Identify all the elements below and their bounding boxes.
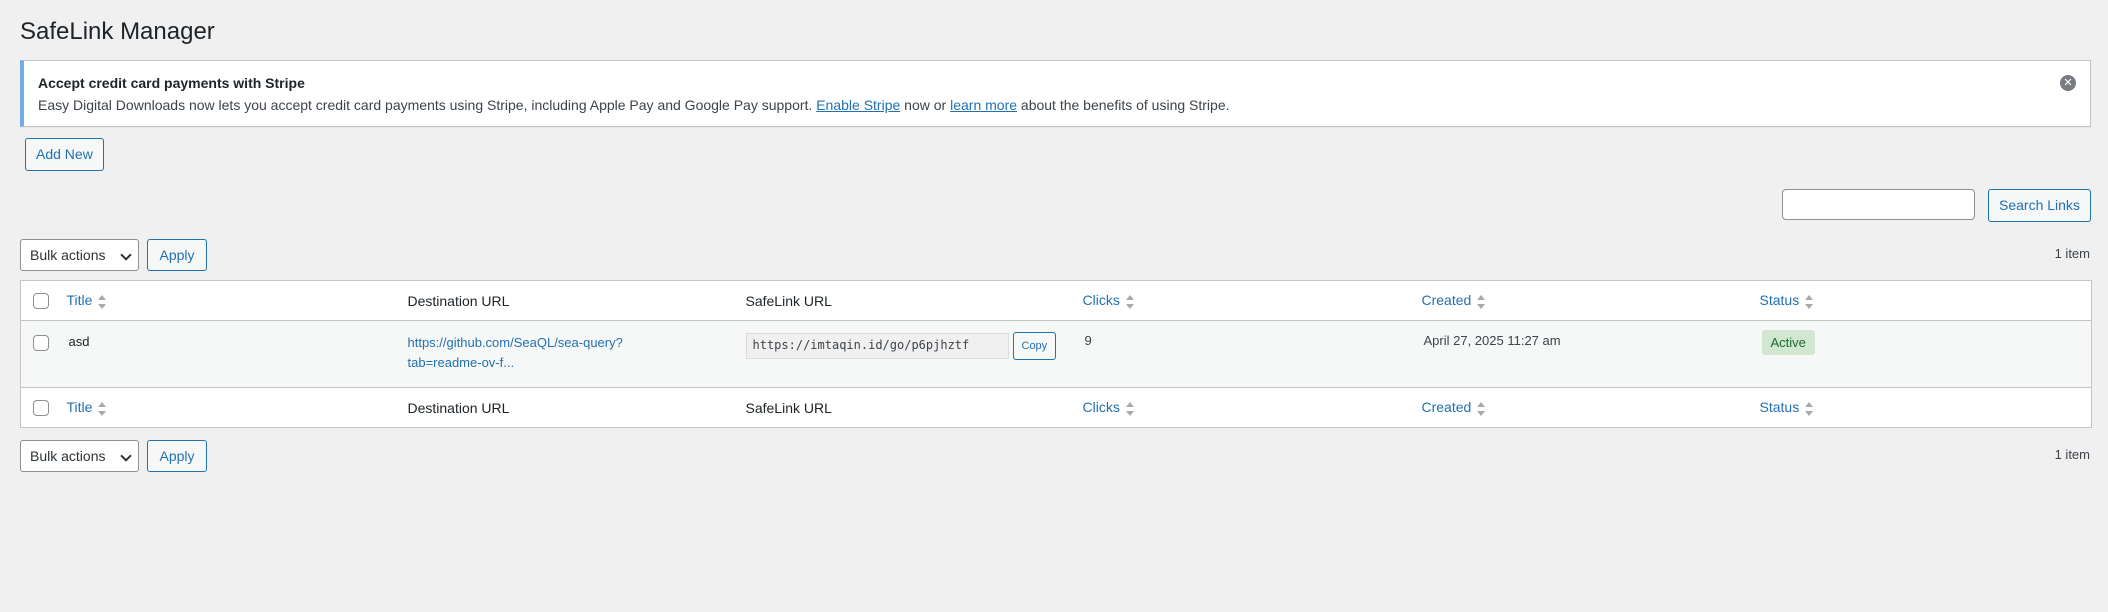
column-clicks-footer[interactable]: Clicks bbox=[1083, 399, 1134, 416]
row-checkbox[interactable] bbox=[33, 334, 49, 351]
item-count-top: 1 item bbox=[2054, 246, 2090, 261]
chevron-down-icon bbox=[120, 450, 132, 462]
safelink-url-field[interactable]: https://imtaqin.id/go/p6pjhztf bbox=[745, 333, 1009, 359]
column-destination-footer: Destination URL bbox=[407, 399, 510, 416]
sort-icon bbox=[98, 401, 107, 416]
bulk-actions-label: Bulk actions bbox=[30, 247, 106, 263]
stripe-notice: Accept credit card payments with Stripe … bbox=[20, 60, 2091, 127]
table-header-row: Title Destination URL SafeLink URL Click… bbox=[20, 280, 2092, 321]
column-clicks-header[interactable]: Clicks bbox=[1083, 292, 1134, 309]
column-status-header[interactable]: Status bbox=[1760, 292, 1814, 309]
column-destination-header: Destination URL bbox=[407, 292, 510, 309]
sort-icon bbox=[1477, 401, 1486, 416]
search-input[interactable] bbox=[1782, 189, 1975, 220]
close-icon[interactable]: ✕ bbox=[2060, 75, 2076, 91]
chevron-down-icon bbox=[120, 249, 132, 261]
links-table: Title Destination URL SafeLink URL Click… bbox=[20, 280, 2092, 428]
sort-icon bbox=[1125, 401, 1134, 416]
bulk-actions-select-top[interactable]: Bulk actions bbox=[20, 239, 139, 271]
bulk-actions-label: Bulk actions bbox=[30, 448, 106, 464]
notice-text-middle: now or bbox=[904, 97, 947, 113]
table-footer-row: Title Destination URL SafeLink URL Click… bbox=[20, 387, 2092, 428]
apply-button-bottom[interactable]: Apply bbox=[147, 440, 207, 472]
search-links-button[interactable]: Search Links bbox=[1988, 189, 2091, 222]
destination-url-link[interactable]: https://github.com/SeaQL/sea-query?tab=r… bbox=[408, 333, 668, 373]
sort-icon bbox=[1125, 294, 1134, 309]
select-all-checkbox-bottom[interactable] bbox=[33, 400, 49, 417]
notice-title: Accept credit card payments with Stripe bbox=[38, 75, 305, 91]
column-title-footer[interactable]: Title bbox=[67, 399, 107, 416]
column-safelink-header: SafeLink URL bbox=[745, 292, 832, 309]
clicks-count: 9 bbox=[1084, 333, 1092, 348]
sort-icon bbox=[1805, 401, 1814, 416]
sort-icon bbox=[98, 294, 107, 309]
enable-stripe-link[interactable]: Enable Stripe bbox=[816, 97, 900, 113]
row-title[interactable]: asd bbox=[67, 334, 90, 349]
column-status-footer[interactable]: Status bbox=[1760, 399, 1814, 416]
select-all-checkbox-top[interactable] bbox=[33, 293, 49, 310]
sort-icon bbox=[1805, 294, 1814, 309]
safelink-manager-page: SafeLink Manager Accept credit card paym… bbox=[0, 0, 2108, 612]
table-row: asd https://github.com/SeaQL/sea-query?t… bbox=[20, 320, 2092, 388]
column-safelink-footer: SafeLink URL bbox=[745, 399, 832, 416]
page-title: SafeLink Manager bbox=[20, 18, 215, 45]
created-date: April 27, 2025 11:27 am bbox=[1423, 333, 1561, 348]
sort-icon bbox=[1477, 294, 1486, 309]
column-created-footer[interactable]: Created bbox=[1422, 399, 1486, 416]
add-new-button[interactable]: Add New bbox=[25, 138, 104, 171]
notice-text-before: Easy Digital Downloads now lets you acce… bbox=[38, 97, 813, 113]
learn-more-link[interactable]: learn more bbox=[950, 97, 1017, 113]
bulk-actions-select-bottom[interactable]: Bulk actions bbox=[20, 440, 139, 472]
notice-message: Easy Digital Downloads now lets you acce… bbox=[38, 97, 1230, 113]
column-created-header[interactable]: Created bbox=[1422, 292, 1486, 309]
column-title-header[interactable]: Title bbox=[67, 292, 107, 309]
notice-text-after: about the benefits of using Stripe. bbox=[1020, 97, 1230, 113]
apply-button-top[interactable]: Apply bbox=[147, 239, 207, 271]
copy-button[interactable]: Copy bbox=[1012, 332, 1057, 360]
item-count-bottom: 1 item bbox=[2054, 447, 2090, 462]
status-badge: Active bbox=[1761, 330, 1815, 355]
